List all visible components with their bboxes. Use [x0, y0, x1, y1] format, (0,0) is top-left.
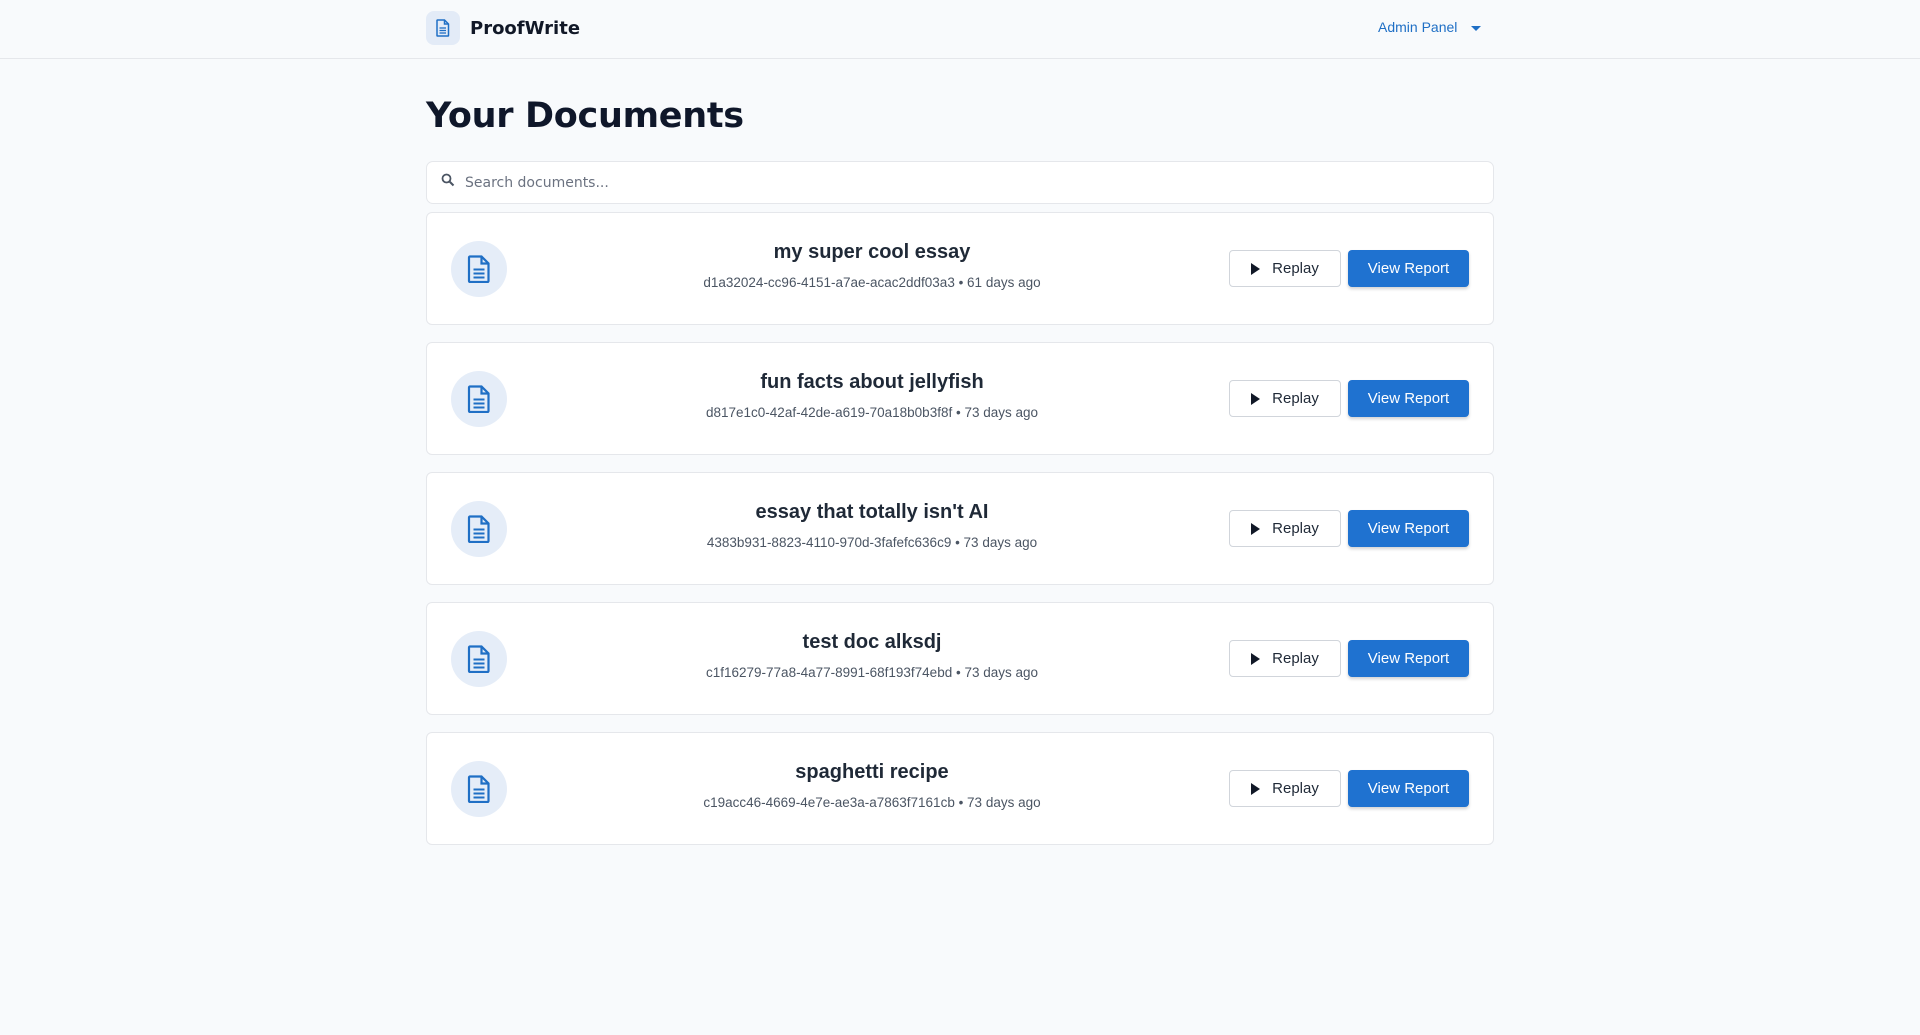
admin-panel-menu[interactable]: Admin Panel	[1378, 16, 1482, 38]
document-info: test doc alksdj c1f16279-77a8-4a77-8991-…	[667, 629, 1077, 682]
document-meta: 4383b931-8823-4110-970d-3fafefc636c9 • 7…	[706, 535, 1038, 550]
document-meta: d1a32024-cc96-4151-a7ae-acac2ddf03a3 • 6…	[703, 275, 1041, 290]
replay-label: Replay	[1272, 520, 1319, 537]
document-icon	[451, 371, 507, 427]
play-icon	[1251, 522, 1261, 535]
document-info: fun facts about jellyfish d817e1c0-42af-…	[667, 369, 1077, 422]
document-icon	[451, 501, 507, 557]
document-title: fun facts about jellyfish	[760, 371, 984, 393]
replay-label: Replay	[1272, 260, 1319, 277]
document-card: spaghetti recipe c19acc46-4669-4e7e-ae3a…	[426, 732, 1494, 845]
document-card: fun facts about jellyfish d817e1c0-42af-…	[426, 342, 1494, 455]
document-icon	[451, 241, 507, 297]
document-info: spaghetti recipe c19acc46-4669-4e7e-ae3a…	[667, 759, 1077, 812]
replay-label: Replay	[1272, 650, 1319, 667]
document-title: my super cool essay	[773, 241, 971, 263]
document-meta: d817e1c0-42af-42de-a619-70a18b0b3f8f • 7…	[706, 405, 1038, 420]
search-bar[interactable]	[426, 161, 1494, 204]
document-info: my super cool essay d1a32024-cc96-4151-a…	[667, 239, 1077, 292]
document-icon	[451, 761, 507, 817]
document-title: test doc alksdj	[802, 631, 942, 653]
play-icon	[1251, 262, 1261, 275]
replay-button[interactable]: Replay	[1229, 510, 1341, 547]
document-meta: c1f16279-77a8-4a77-8991-68f193f74ebd • 7…	[706, 665, 1038, 680]
document-info: essay that totally isn't AI 4383b931-882…	[667, 499, 1077, 552]
top-navbar: ProofWrite Admin Panel	[0, 0, 1920, 59]
document-icon	[426, 11, 460, 45]
search-icon	[441, 173, 455, 192]
brand-link[interactable]: ProofWrite	[426, 11, 580, 45]
document-meta: c19acc46-4669-4e7e-ae3a-a7863f7161cb • 7…	[703, 795, 1041, 810]
page-title: Your Documents	[426, 96, 744, 136]
document-title: essay that totally isn't AI	[755, 501, 989, 523]
view-report-button[interactable]: View Report	[1348, 380, 1469, 417]
document-card: my super cool essay d1a32024-cc96-4151-a…	[426, 212, 1494, 325]
view-report-button[interactable]: View Report	[1348, 770, 1469, 807]
view-report-button[interactable]: View Report	[1348, 640, 1469, 677]
admin-panel-label: Admin Panel	[1378, 19, 1458, 35]
replay-button[interactable]: Replay	[1229, 640, 1341, 677]
replay-label: Replay	[1272, 390, 1319, 407]
document-card: essay that totally isn't AI 4383b931-882…	[426, 472, 1494, 585]
play-icon	[1251, 392, 1261, 405]
play-icon	[1251, 782, 1261, 795]
replay-button[interactable]: Replay	[1229, 380, 1341, 417]
replay-button[interactable]: Replay	[1229, 250, 1341, 287]
view-report-button[interactable]: View Report	[1348, 510, 1469, 547]
document-list: my super cool essay d1a32024-cc96-4151-a…	[426, 212, 1494, 862]
replay-button[interactable]: Replay	[1229, 770, 1341, 807]
view-report-button[interactable]: View Report	[1348, 250, 1469, 287]
document-title: spaghetti recipe	[795, 761, 949, 783]
play-icon	[1251, 652, 1261, 665]
app-name: ProofWrite	[470, 17, 581, 39]
search-input[interactable]	[465, 174, 1445, 191]
document-icon	[451, 631, 507, 687]
replay-label: Replay	[1272, 780, 1319, 797]
document-card: test doc alksdj c1f16279-77a8-4a77-8991-…	[426, 602, 1494, 715]
caret-down-icon	[1471, 25, 1482, 31]
